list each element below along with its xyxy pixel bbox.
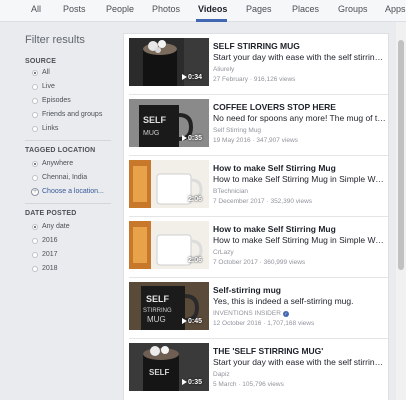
- radio-selected-icon: [32, 161, 38, 167]
- verified-badge-icon: ✓: [282, 311, 289, 317]
- scrollbar-thumb[interactable]: [398, 40, 404, 270]
- radio-selected-icon: [32, 224, 38, 230]
- video-meta: 19 May 2016 · 347,907 views: [213, 137, 298, 144]
- video-result[interactable]: SELF STIRRING MUG 0:45 Self-stirring mug…: [124, 278, 388, 339]
- date-posted-heading: DATE POSTED: [25, 210, 77, 217]
- tab-photos[interactable]: Photos: [152, 4, 180, 14]
- channel-name[interactable]: CrLazy: [213, 249, 234, 256]
- video-thumbnail[interactable]: 2:06: [129, 160, 209, 208]
- video-title[interactable]: How to make Self Stirring Mug: [213, 163, 381, 173]
- svg-text:MUG: MUG: [147, 315, 166, 324]
- video-result[interactable]: 2:06 How to make Self Stirring Mug How t…: [124, 217, 388, 278]
- video-result[interactable]: SELF 0:35 THE 'SELF STIRRING MUG' Start …: [124, 339, 388, 400]
- search-tabs: All Posts People Photos Videos Pages Pla…: [0, 0, 406, 22]
- video-results-list: 0:34 SELF STIRRING MUG Start your day wi…: [123, 33, 389, 400]
- video-meta: 12 October 2016 · 1,707,168 views: [213, 320, 315, 327]
- svg-text:MUG: MUG: [143, 130, 159, 137]
- divider: [25, 203, 111, 204]
- play-icon: 0:35: [182, 135, 202, 142]
- play-icon: 2:06: [182, 196, 202, 203]
- video-meta: 7 December 2017 · 352,390 views: [213, 198, 313, 205]
- svg-text:SELF: SELF: [146, 294, 170, 304]
- play-icon: 0:34: [182, 74, 202, 81]
- video-description: Start your day with ease with the self s…: [213, 357, 387, 367]
- filter-results-title: Filter results: [25, 34, 85, 46]
- divider: [25, 140, 111, 141]
- video-meta: 5 March · 105,796 views: [213, 381, 284, 388]
- svg-text:SELF: SELF: [149, 368, 170, 377]
- plus-icon: +: [31, 188, 39, 196]
- svg-text:STIRRING: STIRRING: [143, 308, 172, 314]
- video-thumbnail[interactable]: 0:34: [129, 38, 209, 86]
- video-description: How to make Self Stirring Mug in Simple …: [213, 235, 387, 245]
- source-heading: SOURCE: [25, 58, 57, 65]
- video-title[interactable]: Self-stirring mug: [213, 285, 381, 295]
- video-title[interactable]: How to make Self Stirring Mug: [213, 224, 381, 234]
- video-meta: 7 October 2017 · 360,999 views: [213, 259, 306, 266]
- radio-icon: [32, 98, 38, 104]
- channel-name[interactable]: Self Stirring Mug: [213, 127, 261, 134]
- video-description: Yes, this is indeed a self-stirring mug.: [213, 296, 354, 306]
- radio-icon: [32, 252, 38, 258]
- play-icon: 0:45: [182, 318, 202, 325]
- radio-icon: [32, 126, 38, 132]
- channel-name[interactable]: INVENTIONS INSIDER ✓: [213, 310, 289, 317]
- video-description: How to make Self Stirring Mug in Simple …: [213, 174, 387, 184]
- tab-all[interactable]: All: [31, 4, 41, 14]
- active-tab-indicator: [196, 19, 227, 22]
- filter-sidebar: Filter results SOURCE All Live Episodes …: [0, 22, 123, 400]
- channel-name[interactable]: BTechnician: [213, 188, 248, 195]
- radio-icon: [32, 175, 38, 181]
- channel-name[interactable]: Dapiz: [213, 371, 230, 378]
- video-thumbnail[interactable]: SELF 0:35: [129, 343, 209, 391]
- tab-posts[interactable]: Posts: [63, 4, 86, 14]
- video-description: No need for spoons any more! The mug of …: [213, 113, 387, 123]
- play-icon: 2:06: [182, 257, 202, 264]
- radio-icon: [32, 112, 38, 118]
- radio-icon: [32, 266, 38, 272]
- video-result[interactable]: 0:34 SELF STIRRING MUG Start your day wi…: [124, 34, 388, 95]
- tab-places[interactable]: Places: [292, 4, 319, 14]
- video-result[interactable]: 2:06 How to make Self Stirring Mug How t…: [124, 156, 388, 217]
- radio-icon: [32, 84, 38, 90]
- channel-name[interactable]: Aliurely: [213, 66, 234, 73]
- tab-videos[interactable]: Videos: [198, 4, 227, 14]
- svg-text:SELF: SELF: [143, 115, 167, 125]
- radio-icon: [32, 238, 38, 244]
- video-thumbnail[interactable]: 2:06: [129, 221, 209, 269]
- tab-groups[interactable]: Groups: [338, 4, 368, 14]
- video-title[interactable]: COFFEE LOVERS STOP HERE: [213, 102, 381, 112]
- video-meta: 27 February · 916,126 views: [213, 76, 296, 83]
- video-thumbnail[interactable]: SELF STIRRING MUG 0:45: [129, 282, 209, 330]
- tagged-location-heading: TAGGED LOCATION: [25, 147, 96, 154]
- tab-apps[interactable]: Apps: [385, 4, 406, 14]
- play-icon: 0:35: [182, 379, 202, 386]
- video-title[interactable]: THE 'SELF STIRRING MUG': [213, 346, 381, 356]
- video-title[interactable]: SELF STIRRING MUG: [213, 41, 381, 51]
- tab-people[interactable]: People: [106, 4, 134, 14]
- video-description: Start your day with ease with the self s…: [213, 52, 387, 62]
- video-result[interactable]: SELF MUG 0:35 COFFEE LOVERS STOP HERE No…: [124, 95, 388, 156]
- tab-pages[interactable]: Pages: [246, 4, 272, 14]
- radio-selected-icon: [32, 70, 38, 76]
- video-thumbnail[interactable]: SELF MUG 0:35: [129, 99, 209, 147]
